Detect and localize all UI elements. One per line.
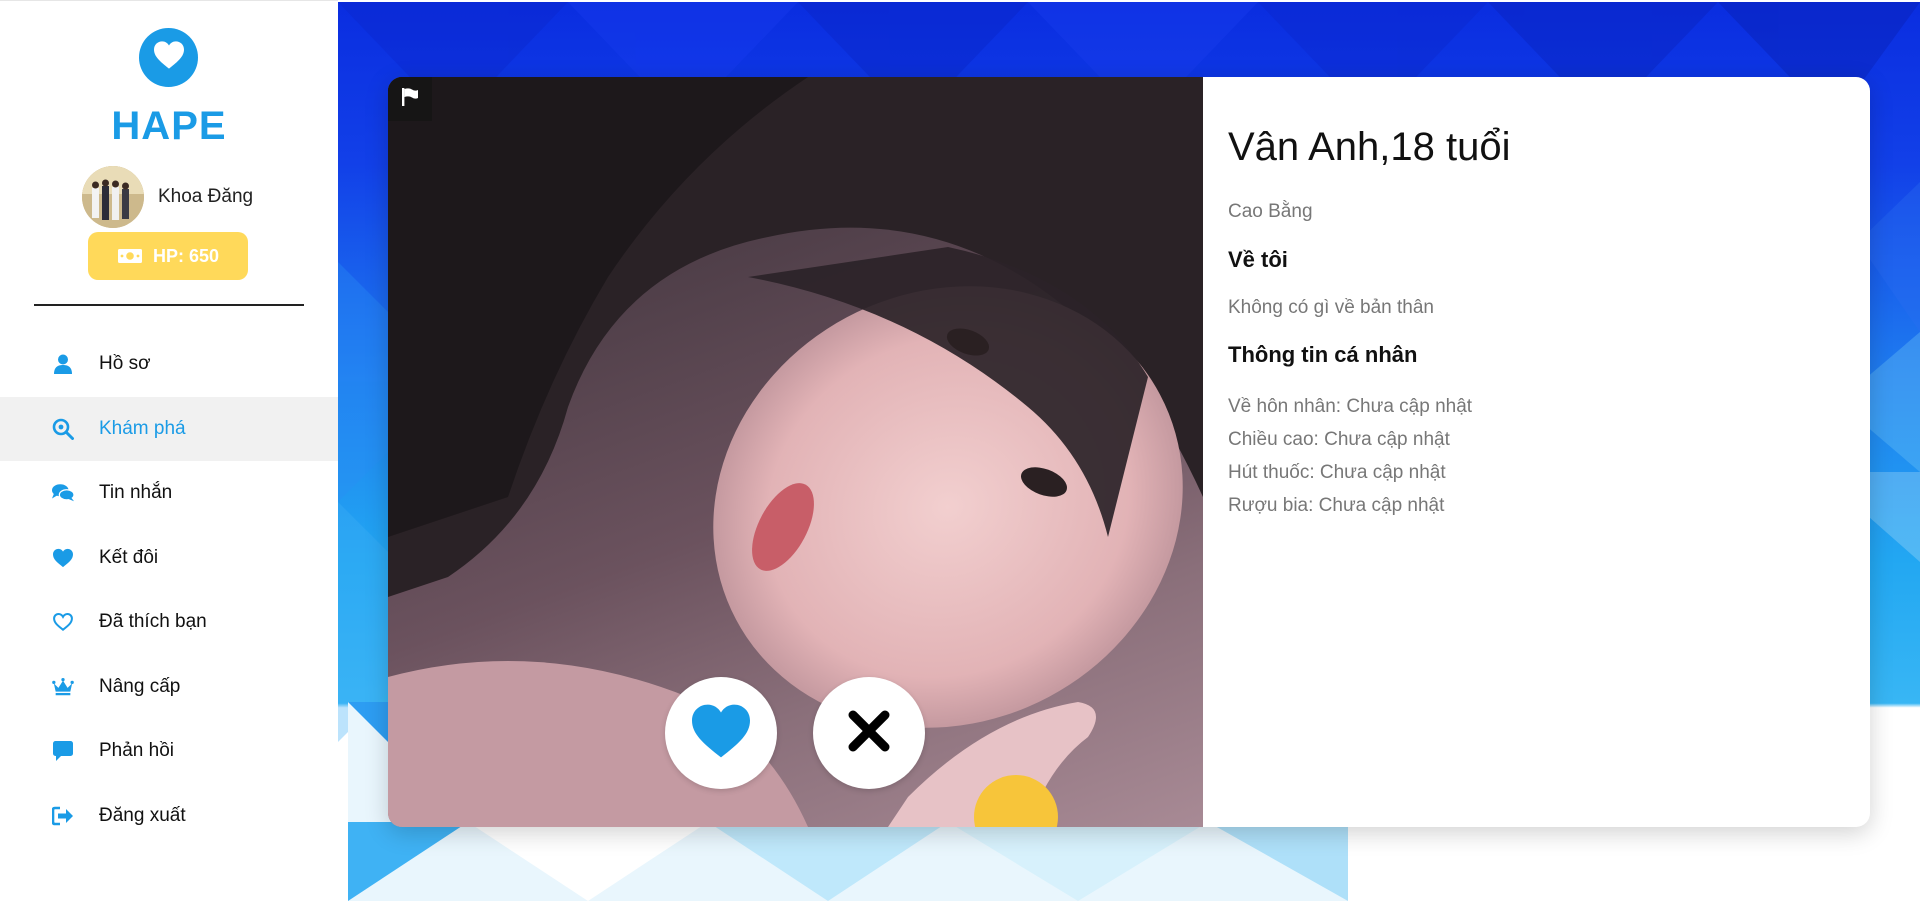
nav-label: Khám phá (99, 417, 186, 439)
search-icon (52, 418, 74, 440)
nav-item-feedback[interactable]: Phản hồi (0, 719, 338, 784)
like-button[interactable] (665, 677, 777, 789)
profile-location: Cao Bằng (1228, 201, 1313, 222)
user-icon (52, 353, 74, 375)
nav-item-matches[interactable]: Kết đôi (0, 526, 338, 591)
about-text: Không có gì về bản thân (1228, 297, 1434, 318)
sign-out-icon (52, 805, 74, 827)
profile-name-age: Vân Anh,18 tuổi (1228, 125, 1511, 169)
nav-label: Kết đôi (99, 546, 159, 568)
nav-item-profile[interactable]: Hồ sơ (0, 332, 338, 397)
nav-label: Phản hồi (99, 740, 175, 762)
personal-info-heading: Thông tin cá nhân (1228, 342, 1418, 367)
close-icon (845, 707, 893, 760)
nav-item-discover[interactable]: Khám phá (0, 396, 338, 461)
avatar[interactable] (82, 166, 144, 228)
comments-icon (52, 482, 74, 504)
nav-item-liked-you[interactable]: Đã thích bạn (0, 590, 338, 655)
heart-icon (688, 702, 754, 765)
nav-label: Tin nhắn (99, 482, 173, 504)
brand-logo[interactable] (139, 28, 198, 87)
detail-smoking: Hút thuốc: Chưa cập nhật (1228, 462, 1446, 483)
heart-icon (152, 40, 186, 75)
sidebar-divider (34, 304, 304, 306)
nav-item-upgrade[interactable]: Nâng cấp (0, 655, 338, 720)
about-heading: Về tôi (1228, 247, 1288, 272)
brand-name[interactable]: HAPE (0, 104, 338, 149)
personal-info-list: Về hôn nhân: Chưa cập nhật Chiều cao: Ch… (1228, 390, 1472, 522)
nav-label: Hồ sơ (99, 353, 151, 375)
money-icon (117, 248, 143, 264)
report-button[interactable] (388, 77, 432, 121)
detail-height: Chiều cao: Chưa cập nhật (1228, 429, 1450, 450)
heart-icon (52, 547, 74, 569)
nav-item-messages[interactable]: Tin nhắn (0, 461, 338, 526)
nav-label: Đã thích bạn (99, 611, 207, 633)
sidebar-nav: Hồ sơ Khám phá Tin nhắn Kết đôi Đã thích… (0, 332, 338, 848)
heart-outline-icon (52, 611, 74, 633)
nav-label: Đăng xuất (99, 804, 186, 826)
profile-photo[interactable] (388, 77, 1203, 827)
profile-card: Vân Anh,18 tuổi Cao Bằng Về tôi Không có… (388, 77, 1870, 827)
crown-icon (52, 676, 74, 698)
flag-icon (400, 87, 420, 112)
detail-alcohol: Rượu bia: Chưa cập nhật (1228, 495, 1445, 516)
dislike-button[interactable] (813, 677, 925, 789)
sidebar: HAPE Khoa Đăng HP: 650 Hồ sơ Khám phá Ti… (0, 0, 338, 901)
user-profile[interactable]: Khoa Đăng (82, 166, 253, 228)
comment-icon (52, 740, 74, 762)
hp-label: HP: 650 (152, 245, 220, 266)
user-name: Khoa Đăng (158, 186, 254, 207)
hp-badge[interactable]: HP: 650 (88, 232, 248, 280)
nav-item-logout[interactable]: Đăng xuất (0, 784, 338, 849)
nav-label: Nâng cấp (99, 675, 181, 697)
detail-marital: Về hôn nhân: Chưa cập nhật (1228, 396, 1473, 417)
